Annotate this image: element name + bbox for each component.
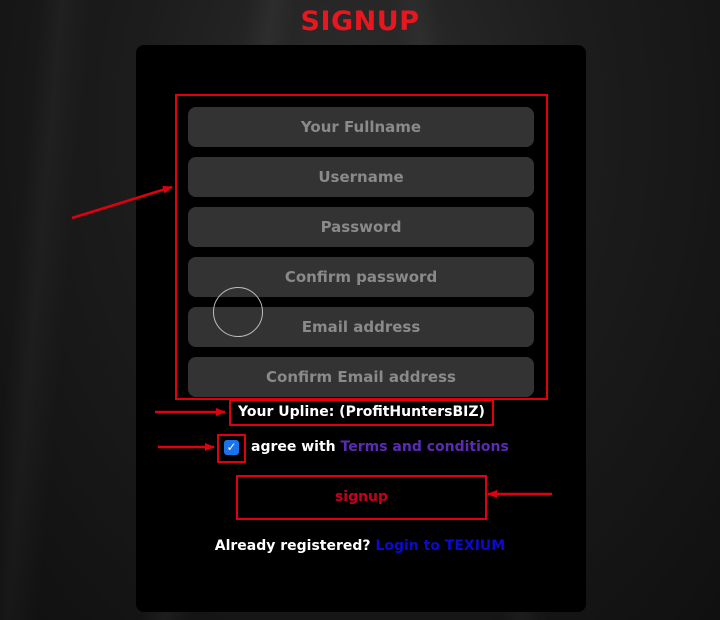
already-registered-label: Already registered?: [214, 538, 376, 554]
username-input[interactable]: [188, 157, 534, 197]
page-title: SIGNUP: [300, 6, 420, 37]
checkmark-icon: ✓: [226, 440, 237, 454]
login-prompt: Already registered? Login to TEXIUM: [0, 538, 720, 554]
agree-label: agree with: [251, 439, 341, 455]
terms-link[interactable]: Terms and conditions: [341, 439, 509, 455]
email-input[interactable]: [188, 307, 534, 347]
signup-button[interactable]: signup: [236, 475, 487, 520]
agree-row: agree with Terms and conditions: [251, 439, 509, 455]
terms-checkbox[interactable]: ✓: [224, 440, 239, 455]
confirm-password-input[interactable]: [188, 257, 534, 297]
password-input[interactable]: [188, 207, 534, 247]
upline-label: Your Upline: (ProfitHuntersBIZ): [229, 399, 494, 426]
confirm-email-input[interactable]: [188, 357, 534, 397]
login-link[interactable]: Login to TEXIUM: [375, 538, 505, 554]
fullname-input[interactable]: [188, 107, 534, 147]
